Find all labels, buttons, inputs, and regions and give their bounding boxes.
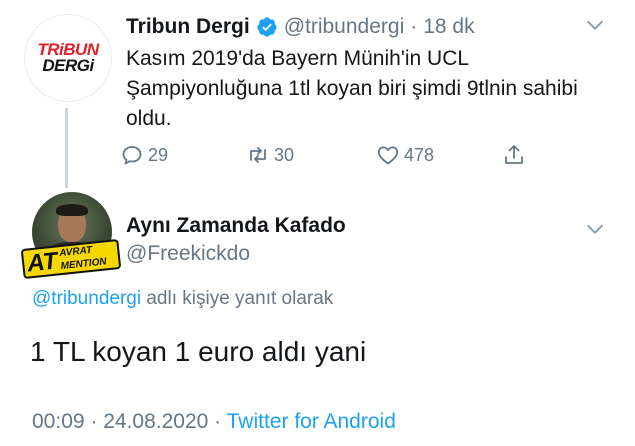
reply-icon: [122, 146, 142, 165]
meta-separator: ·: [84, 410, 104, 433]
tweet2-time[interactable]: 00:09: [32, 410, 85, 433]
tribun-dergi-avatar[interactable]: TRiBUN DERGi: [24, 14, 112, 102]
tweet2-handle[interactable]: @Freekickdo: [126, 242, 250, 266]
tweet2-source-link[interactable]: Twitter for Android: [227, 410, 396, 433]
share-icon: [505, 145, 523, 164]
tweet1-author-name[interactable]: Tribun Dergi: [126, 15, 250, 39]
verified-icon: [257, 17, 277, 37]
tweet1-header: Tribun Dergi @tribundergi · 18 dk: [126, 12, 475, 42]
reply-button[interactable]: 29: [120, 140, 168, 170]
tweet2-author-name[interactable]: Aynı Zamanda Kafado: [126, 214, 346, 238]
tweet2-meta: 00:09 · 24.08.2020 · Twitter for Android: [32, 410, 396, 434]
meta-separator-2: ·: [208, 410, 227, 433]
tweet1-timestamp[interactable]: 18 dk: [423, 15, 474, 39]
chevron-down-icon[interactable]: [584, 14, 606, 36]
like-button[interactable]: 478: [376, 140, 434, 170]
badge-big-text: AT: [25, 247, 59, 278]
like-count: 478: [404, 144, 435, 165]
reply-context: @tribundergi adlı kişiye yanıt olarak: [32, 288, 333, 310]
chevron-down-icon[interactable]: [584, 218, 606, 240]
tweet2-date[interactable]: 24.08.2020: [103, 410, 208, 433]
avatar-logo-line2: DERGi: [42, 56, 94, 75]
share-button[interactable]: [502, 140, 530, 170]
reply-context-text: adlı kişiye yanıt olarak: [141, 288, 334, 309]
reply-count: 29: [148, 144, 169, 165]
tweet2-text: 1 TL koyan 1 euro aldı yani: [30, 336, 367, 367]
freekickdo-avatar[interactable]: AT AVRAT MENTION: [20, 190, 122, 282]
reply-mention-link[interactable]: @tribundergi: [32, 288, 141, 309]
tweet1-text: Kasım 2019'da Bayern Münih'in UCL Şampiy…: [126, 47, 578, 130]
like-icon: [377, 146, 399, 165]
tweet1-separator: ·: [410, 15, 418, 38]
thread-connector-line: [65, 108, 68, 188]
retweet-count: 30: [274, 144, 295, 165]
retweet-button[interactable]: 30: [246, 140, 294, 170]
tweet1-handle[interactable]: @tribundergi: [284, 15, 405, 39]
retweet-icon: [250, 147, 266, 163]
